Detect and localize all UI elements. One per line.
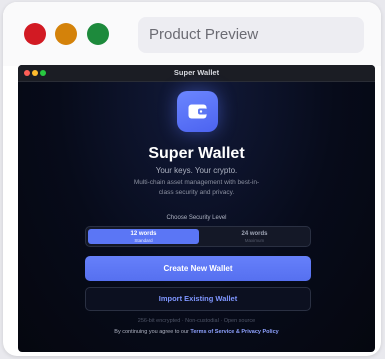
security-level-selector: 12 words Standard 24 words Maximum [85,226,311,247]
create-wallet-button[interactable]: Create New Wallet [85,256,311,281]
app-window: Super Wallet Super Wallet Your keys. You… [18,65,375,352]
security-option-24-words[interactable]: 24 words Maximum [199,229,310,244]
import-wallet-button[interactable]: Import Existing Wallet [85,287,311,311]
security-option-label: 24 words [241,231,268,237]
window-titlebar: Super Wallet [18,65,375,82]
close-dot[interactable] [24,23,46,45]
security-level-label: Choose Security Level [166,215,227,221]
preview-label: Product Preview [138,17,364,53]
terms-joiner: & [235,329,240,335]
security-option-sublabel: Maximum [244,238,265,243]
terms-notice: By continuing you agree to our Terms of … [18,329,375,335]
minimize-dot[interactable] [55,23,77,45]
app-title: Super Wallet [148,145,245,162]
security-option-12-words[interactable]: 12 words Standard [88,229,199,244]
privacy-policy-link[interactable]: Privacy Policy [241,329,278,335]
feature-list: 256-bit encrypted · Non-custodial · Open… [137,318,256,324]
terms-of-service-link[interactable]: Terms of Service [190,329,234,335]
wallet-icon [188,104,207,119]
security-option-label: 12 words [130,231,157,237]
security-option-sublabel: Standard [134,238,153,243]
preview-frame-header: Product Preview [3,2,381,66]
window-title: Super Wallet [173,68,220,77]
app-tagline: Your keys. Your crypto. [155,166,238,175]
app-logo [177,91,218,132]
app-description: Multi-chain asset management with best-i… [133,179,260,196]
preview-frame: Product Preview Super Wallet Super Walle… [3,2,381,356]
maximize-dot[interactable] [87,23,109,45]
terms-prefix: By continuing you agree to our [114,329,189,335]
